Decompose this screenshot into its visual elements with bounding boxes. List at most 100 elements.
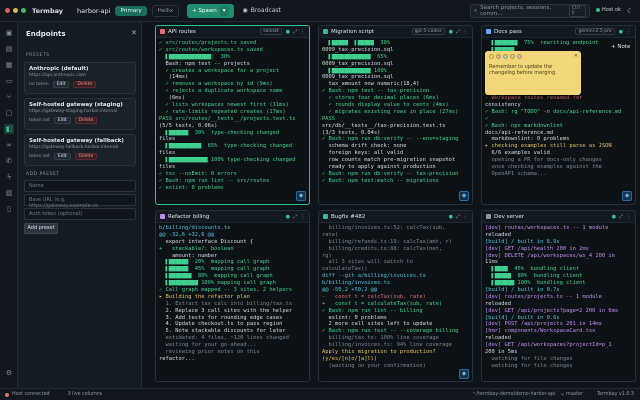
- preset-card[interactable]: Self-hosted gateway (staging) https://ga…: [24, 98, 136, 130]
- edit-button[interactable]: Edit: [52, 81, 70, 88]
- base-url-field[interactable]: Base URL (e.g. https://gateway.example.c…: [24, 194, 136, 209]
- auth-token-field[interactable]: Auth token (optional): [24, 208, 136, 220]
- expand-icon[interactable]: ⤢: [619, 214, 623, 220]
- preset-card[interactable]: Anthropic (default) https://api.anthropi…: [24, 62, 136, 94]
- terminal-line: PASS: [322, 115, 335, 122]
- layout-icon[interactable]: ▤: [4, 44, 14, 54]
- broadcast-button[interactable]: ◉ Broadcast: [243, 7, 281, 14]
- terminal-output[interactable]: billing/invoices.ts:52: calcTax(sub, rate…: [319, 223, 472, 372]
- terminal-line: [dev] GET /api/workspaces?projectId=p_1: [485, 342, 612, 349]
- delete-button[interactable]: Delete: [74, 117, 98, 124]
- add-preset-button[interactable]: Add preset: [24, 223, 58, 234]
- workspace-name[interactable]: harbor-api: [77, 7, 110, 15]
- preset-card[interactable]: Self-hosted gateway (fallback) https://g…: [24, 134, 136, 166]
- delete-button[interactable]: Delete: [73, 81, 97, 88]
- terminal-output[interactable]: b/billing/discounts.ts @@ -32,6 +32,6 @@ …: [156, 223, 309, 365]
- endpoints-icon[interactable]: ◧: [4, 124, 14, 134]
- more-icon[interactable]: ⋮: [626, 214, 631, 220]
- search-input[interactable]: ⌕ Search projects, sessions, comm... Ctr…: [470, 4, 590, 18]
- terminal-line: (5/5 tests, 0.06s): [159, 122, 218, 129]
- branch-name[interactable]: master: [566, 392, 583, 397]
- primary-pill[interactable]: Primary: [115, 5, 147, 16]
- expand-icon[interactable]: ⤢: [293, 214, 297, 220]
- more-icon[interactable]: ⋮: [626, 29, 631, 35]
- more-icon[interactable]: ⋮: [300, 29, 305, 35]
- folder-icon[interactable]: ▭: [4, 76, 14, 86]
- terminal-line: ▌████████████ 100%: [322, 67, 387, 74]
- session-tile-migration-script[interactable]: Migration script gpt-5-codex ● ⤢ ⋮ ▌█████ ▌█…: [318, 25, 473, 205]
- session-tile-bugfix-482[interactable]: Bugfix #482 ● ⤢ ⋮ billing/invoices.ts:52: c…: [318, 210, 473, 382]
- terminal-output[interactable]: [dev] routes/workspaces.ts -- 1 module re…: [482, 223, 635, 372]
- close-icon[interactable]: ✕: [574, 53, 578, 59]
- branch-icon[interactable]: ⑂: [4, 92, 14, 102]
- minimize-window-icon[interactable]: [13, 8, 18, 13]
- expand-icon[interactable]: ⤢: [456, 214, 460, 220]
- maximize-window-icon[interactable]: [21, 8, 26, 13]
- host-status[interactable]: Host ok: [596, 7, 621, 13]
- app-version: Termbay v1.0.3: [596, 392, 634, 397]
- name-field[interactable]: Name: [24, 180, 136, 192]
- more-icon[interactable]: ⋮: [463, 29, 468, 35]
- add-note-button[interactable]: + Note: [611, 44, 630, 50]
- session-tile-api-routes[interactable]: API routes sonnet ● ⤢ ⋮ ✓ src/routes/project…: [155, 25, 310, 205]
- session-icon: [323, 214, 328, 219]
- model-badge: sonnet: [260, 28, 282, 35]
- color-swatch-yellow[interactable]: [489, 54, 494, 59]
- gear-icon[interactable]: ⚙: [4, 368, 14, 378]
- close-window-icon[interactable]: [5, 8, 10, 13]
- chevron-down-icon[interactable]: ▾: [219, 5, 229, 16]
- terminal-line: calculateTax(): [322, 266, 368, 273]
- session-tile-dev-server[interactable]: Dev server ● ⤢ ⋮ [dev] routes/workspaces.ts…: [481, 210, 636, 382]
- terminal-line: 2. Replace 3 call sites with the helper: [159, 307, 293, 314]
- terminal-line: ▌█████████████░ 30%: [159, 53, 231, 60]
- preset-name: Anthropic (default): [29, 66, 89, 72]
- color-swatch-pink[interactable]: [496, 54, 501, 59]
- edit-button[interactable]: Edit: [53, 153, 71, 160]
- terminal-line: ✓ stores four decimal places (6ms): [322, 95, 439, 102]
- repo-path[interactable]: ~/termbay-demo/demo-harbor-api: [472, 392, 555, 397]
- more-icon[interactable]: ⋮: [300, 214, 305, 220]
- terminal-line: [dev] GET /api/projects?page=2 200 in 6m…: [485, 307, 619, 314]
- expand-icon[interactable]: ⤢: [456, 29, 460, 35]
- terminal-line: ▸ Building the refactor plan: [159, 293, 250, 300]
- phone-icon[interactable]: ✆: [4, 156, 14, 166]
- grid-icon[interactable]: ▦: [4, 60, 14, 70]
- note-color-picker: [489, 54, 577, 59]
- connection-dot-icon: [5, 392, 9, 397]
- sticky-note[interactable]: ✕ Remember to update the changelog befor…: [485, 51, 581, 95]
- expand-icon[interactable]: ⤢: [293, 29, 297, 35]
- host-status-label: Host ok: [602, 7, 621, 13]
- preset-name: Self-hosted gateway (staging): [29, 102, 123, 108]
- terminal-output[interactable]: ▌█████ ▌█████ 30% 0009_tax_precision.sql …: [319, 38, 472, 187]
- app-name: Termbay: [32, 6, 64, 15]
- tile-header: Docs pass gemini-2.5-pro ● ⋮: [482, 26, 635, 38]
- preset-token: token set: [29, 154, 50, 159]
- document-icon[interactable]: ▯: [4, 204, 14, 214]
- terminal-line: - Workspace routes renamed for: [485, 95, 583, 102]
- sticky-note-text[interactable]: Remember to update the changelog before …: [489, 64, 577, 76]
- terminal-output[interactable]: ✓ src/routes/projects.ts saved ✓ src/rout…: [156, 38, 309, 194]
- more-icon[interactable]: ⋮: [463, 214, 468, 220]
- search-placeholder: Search projects, sessions, comm...: [480, 5, 552, 17]
- terminal-line: ✓ lists workspaces newest first (11ms): [159, 102, 289, 109]
- broadcast-icon: ◉: [242, 7, 248, 14]
- color-swatch-blue[interactable]: [503, 54, 508, 59]
- status-dot-icon: ●: [618, 28, 623, 35]
- terminal-icon[interactable]: ▣: [4, 28, 14, 38]
- color-swatch-purple[interactable]: [517, 54, 522, 59]
- close-icon[interactable]: ✕: [131, 29, 137, 37]
- link-icon[interactable]: ∞: [4, 140, 14, 150]
- terminal-line: billing/refunds.ts:19: calcTax(amt, r): [322, 238, 452, 245]
- terminal-line: 0009_tax_precision.sql: [322, 74, 394, 81]
- color-swatch-green[interactable]: [510, 54, 515, 59]
- moon-icon[interactable]: ☾: [627, 7, 633, 15]
- chart-icon[interactable]: ▥: [4, 188, 14, 198]
- spawn-button[interactable]: + Spawn ▾: [187, 3, 234, 18]
- chat-icon[interactable]: ▢: [4, 108, 14, 118]
- edit-button[interactable]: Edit: [53, 117, 71, 124]
- terminal-line: ▌██████████ 65% type-checking changed: [159, 143, 293, 150]
- delete-button[interactable]: Delete: [74, 153, 98, 160]
- bolt-icon[interactable]: ϟ: [4, 172, 14, 182]
- hellix-pill[interactable]: Hellix: [151, 4, 180, 17]
- session-tile-refactor-billing[interactable]: Refactor billing ● ⤢ ⋮ b/billing/discounts.…: [155, 210, 310, 382]
